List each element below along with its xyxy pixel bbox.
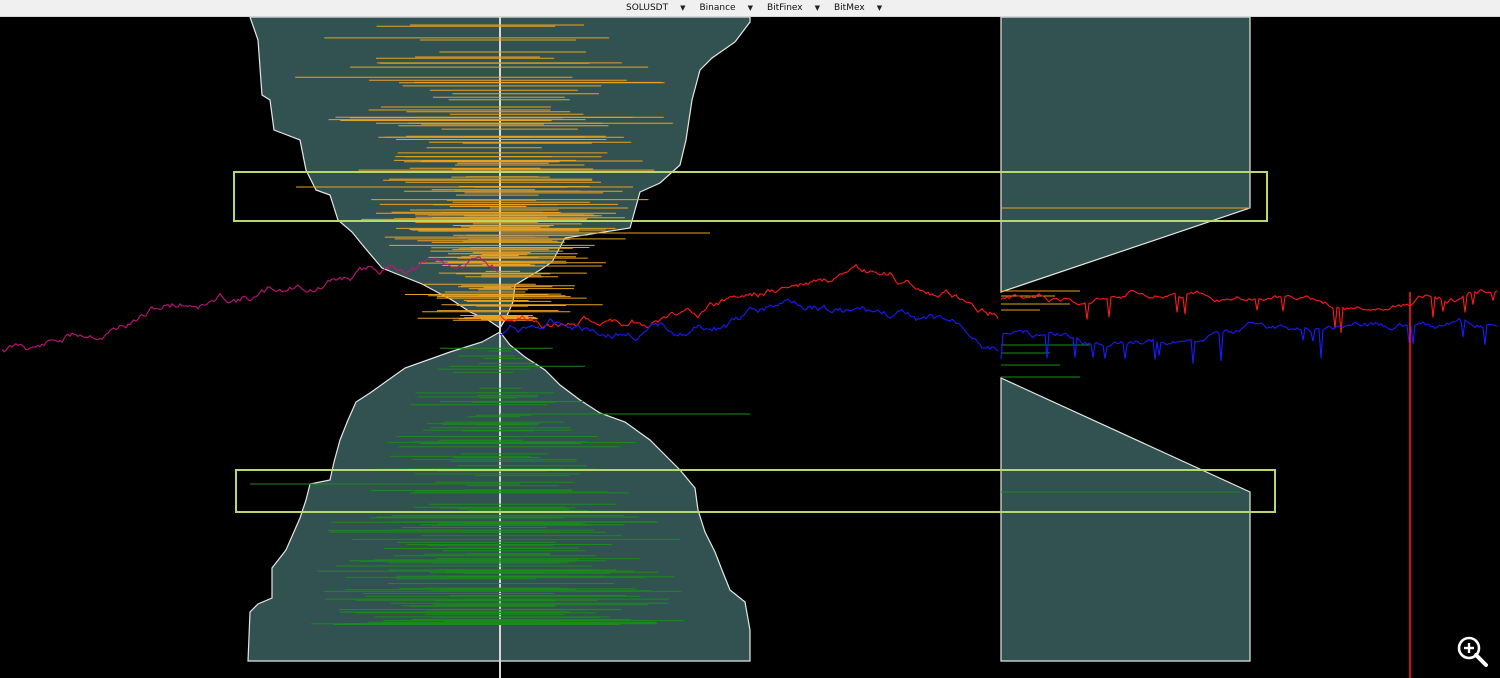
chevron-down-icon[interactable]: ▼ (748, 4, 753, 12)
exchange-binance-label: Binance (699, 3, 736, 13)
symbol-select[interactable]: SOLUSDT ▼ (626, 0, 699, 16)
exchange-binance-select[interactable]: Binance ▼ (699, 0, 766, 16)
ask-price-line-right (1000, 288, 1498, 334)
right-bid-depth-area (1000, 377, 1251, 662)
chevron-down-icon[interactable]: ▼ (877, 4, 882, 12)
exchange-bitmex-select[interactable]: BitMex ▼ (834, 0, 896, 16)
ask-price-line (499, 263, 999, 329)
price-lines (1, 256, 1498, 678)
bid-price-line-right (1000, 317, 1498, 364)
exchange-bitfinex-label: BitFinex (766, 3, 803, 13)
chevron-down-icon[interactable]: ▼ (680, 4, 685, 12)
chevron-down-icon[interactable]: ▼ (815, 4, 820, 12)
order-book-depth-right (1000, 17, 1251, 662)
selector-group: SOLUSDT ▼ Binance ▼ BitFinex ▼ BitMex ▼ (626, 0, 896, 16)
exchange-bitfinex-select[interactable]: BitFinex ▼ (767, 0, 834, 16)
zoom-in-icon[interactable] (1455, 634, 1489, 668)
top-toolbar: SOLUSDT ▼ Binance ▼ BitFinex ▼ BitMex ▼ (0, 0, 1500, 17)
right-ask-depth-area (1000, 17, 1251, 293)
exchange-bitmex-label: BitMex (834, 3, 865, 13)
symbol-select-label: SOLUSDT (626, 3, 669, 13)
order-book-chart[interactable] (0, 17, 1500, 678)
